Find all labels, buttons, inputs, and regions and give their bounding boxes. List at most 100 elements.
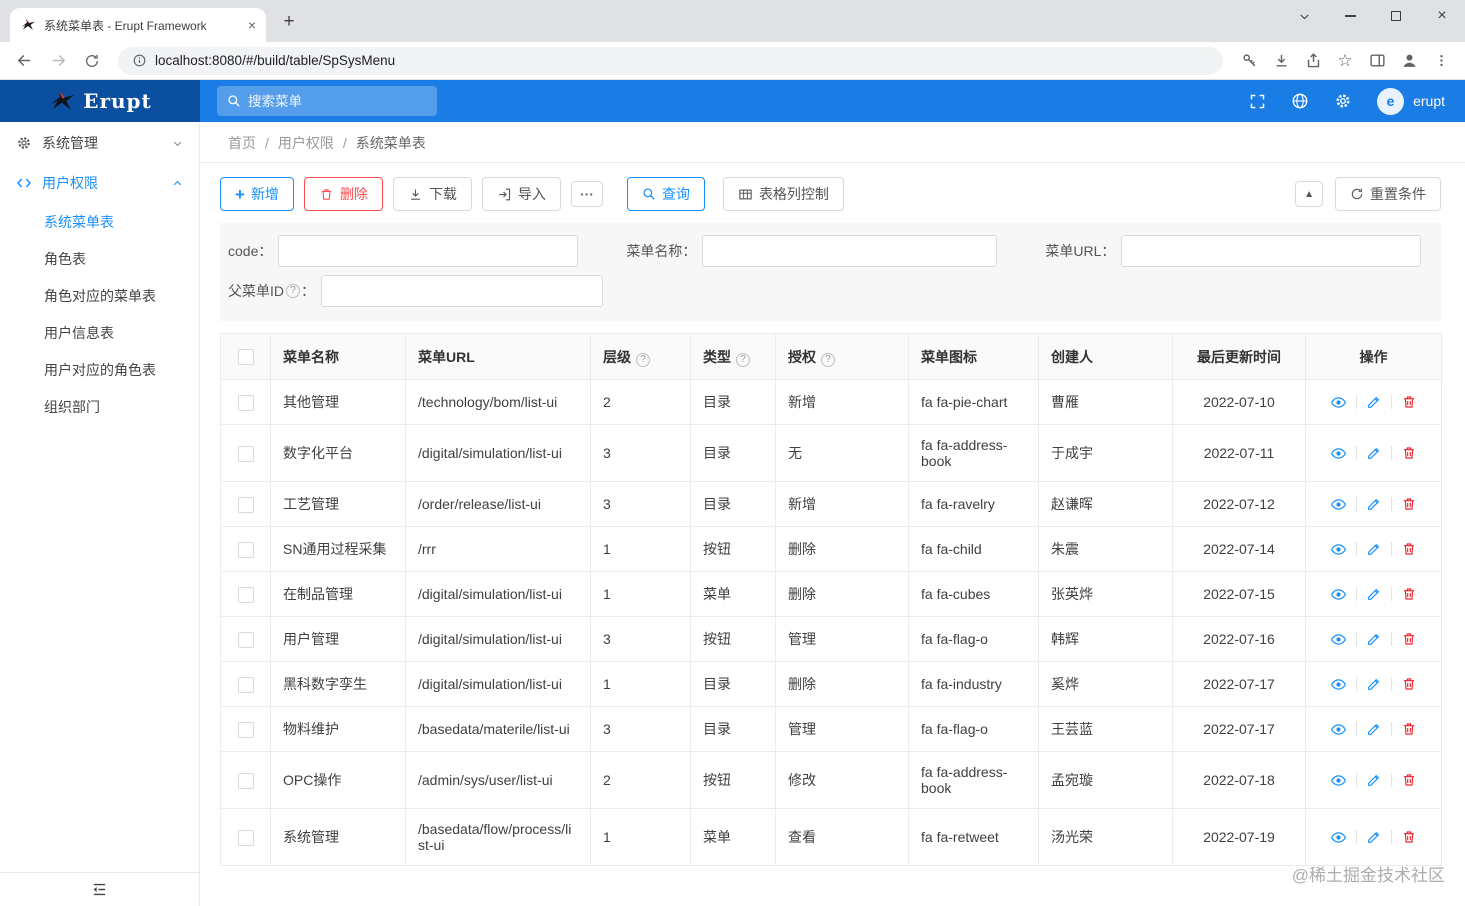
menu-search-box[interactable] [217,86,437,116]
view-icon[interactable] [1330,631,1347,648]
breadcrumb-item[interactable]: 系统菜单表 [356,133,426,153]
delete-icon[interactable] [1401,541,1417,557]
chevron-down-icon[interactable] [1281,0,1327,32]
row-checkbox[interactable] [237,676,254,693]
cell-updated: 2022-07-14 [1172,526,1306,572]
edit-icon[interactable] [1366,721,1382,737]
edit-icon[interactable] [1366,829,1382,845]
close-button[interactable]: × [1419,0,1465,32]
menu-fold-icon[interactable] [91,881,108,898]
reset-conditions-button[interactable]: 重置条件 [1335,177,1441,211]
tab-close-icon[interactable]: × [248,17,256,33]
row-checkbox[interactable] [237,394,254,411]
import-button[interactable]: 导入 [481,177,561,211]
select-all-checkbox[interactable] [237,349,254,366]
view-icon[interactable] [1330,496,1347,513]
breadcrumb-item[interactable]: 用户权限 [278,133,334,153]
user-menu[interactable]: e erupt [1377,87,1445,115]
globe-icon[interactable] [1291,92,1309,110]
delete-icon[interactable] [1401,445,1417,461]
delete-icon[interactable] [1401,496,1417,512]
sidebar-submenu: 系统菜单表 角色表 角色对应的菜单表 用户信息表 用户对应的角色表 组织部门 [0,203,199,425]
collapse-filters-button[interactable]: ▲ [1295,181,1323,207]
delete-icon[interactable] [1401,721,1417,737]
gear-icon[interactable] [1334,92,1352,110]
view-icon[interactable] [1330,445,1347,462]
fullscreen-icon[interactable] [1249,93,1266,110]
forward-icon[interactable] [44,47,72,75]
edit-icon[interactable] [1366,496,1382,512]
maximize-button[interactable] [1373,0,1419,32]
edit-icon[interactable] [1366,586,1382,602]
delete-icon[interactable] [1401,631,1417,647]
sidebar-item[interactable]: 角色表 [0,240,199,277]
edit-icon[interactable] [1366,676,1382,692]
sidebar-item[interactable]: 角色对应的菜单表 [0,277,199,314]
download-icon[interactable] [1267,47,1295,75]
edit-icon[interactable] [1366,772,1382,788]
row-checkbox[interactable] [237,631,254,648]
add-button[interactable]: + 新增 [220,177,294,211]
sidebar-group-system[interactable]: 系统管理 [0,123,199,163]
cell-menu-url: /digital/simulation/list-ui [405,661,591,707]
view-icon[interactable] [1330,772,1347,789]
row-checkbox[interactable] [237,541,254,558]
delete-icon[interactable] [1401,829,1417,845]
view-icon[interactable] [1330,829,1347,846]
filter-menu-name-input[interactable] [702,235,998,267]
sidebar-item[interactable]: 系统菜单表 [0,203,199,240]
browser-menu-icon[interactable] [1427,47,1455,75]
delete-icon[interactable] [1401,676,1417,692]
delete-icon[interactable] [1401,586,1417,602]
refresh-icon[interactable] [78,47,106,75]
app-logo[interactable]: Erupt [0,80,200,122]
side-panel-icon[interactable] [1363,47,1391,75]
cell-menu-url: /order/release/list-ui [405,481,591,527]
view-icon[interactable] [1330,676,1347,693]
edit-icon[interactable] [1366,394,1382,410]
key-icon[interactable] [1235,47,1263,75]
sidebar-item[interactable]: 用户对应的角色表 [0,351,199,388]
info-icon[interactable] [132,53,147,68]
sidebar-item[interactable]: 用户信息表 [0,314,199,351]
table-columns-button[interactable]: 表格列控制 [722,177,844,211]
sidebar-group-user-permissions[interactable]: 用户权限 [0,163,199,203]
delete-button[interactable]: 删除 [303,177,383,211]
edit-icon[interactable] [1366,541,1382,557]
back-icon[interactable] [10,47,38,75]
view-icon[interactable] [1330,394,1347,411]
row-checkbox[interactable] [237,586,254,603]
download-button[interactable]: 下载 [392,177,472,211]
view-icon[interactable] [1330,586,1347,603]
sidebar-item[interactable]: 组织部门 [0,388,199,425]
star-icon[interactable]: ☆ [1331,47,1359,75]
help-icon[interactable]: ? [821,352,835,367]
delete-icon[interactable] [1401,772,1417,788]
delete-icon[interactable] [1401,394,1417,410]
row-checkbox[interactable] [237,445,254,462]
row-checkbox[interactable] [237,829,254,846]
new-tab-button[interactable]: + [276,9,302,35]
filter-menu-url-input[interactable] [1121,235,1422,267]
row-checkbox[interactable] [237,772,254,789]
browser-tab[interactable]: 系统菜单表 - Erupt Framework × [10,8,266,42]
row-checkbox[interactable] [237,496,254,513]
filter-code-input[interactable] [278,235,579,267]
more-button[interactable]: ··· [570,181,603,207]
row-checkbox[interactable] [237,721,254,738]
help-icon[interactable]: ? [636,352,650,367]
menu-search-input[interactable] [248,93,427,109]
help-icon[interactable]: ? [736,352,750,367]
filter-parent-id-input[interactable] [321,275,603,307]
url-bar[interactable]: localhost:8080/#/build/table/SpSysMenu [118,46,1223,75]
view-icon[interactable] [1330,721,1347,738]
view-icon[interactable] [1330,541,1347,558]
profile-avatar-icon[interactable] [1395,47,1423,75]
help-icon[interactable]: ? [286,284,300,298]
query-button[interactable]: 查询 [626,177,705,211]
share-icon[interactable] [1299,47,1327,75]
minimize-button[interactable] [1327,0,1373,32]
edit-icon[interactable] [1366,445,1382,461]
edit-icon[interactable] [1366,631,1382,647]
breadcrumb-item[interactable]: 首页 [228,133,256,153]
